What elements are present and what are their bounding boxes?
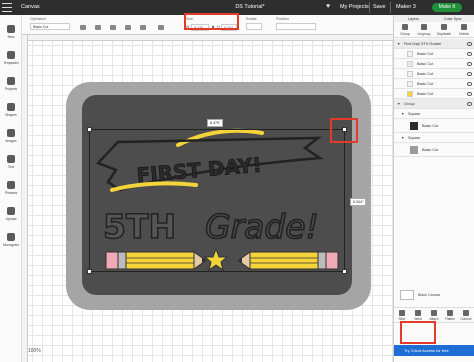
layer-item[interactable]: Basic Cut bbox=[394, 49, 474, 59]
ungroup-icon bbox=[421, 24, 427, 30]
rotate-handle-highlight bbox=[330, 118, 358, 143]
layer-item[interactable]: Basic Cut bbox=[394, 79, 474, 89]
weld-button[interactable]: Weld bbox=[410, 310, 426, 321]
resize-handle[interactable] bbox=[342, 269, 347, 274]
layer-swatch bbox=[407, 71, 413, 77]
layer-swatch bbox=[407, 81, 413, 87]
action-label: Delete bbox=[459, 32, 469, 36]
blank-canvas-swatch[interactable] bbox=[400, 290, 414, 300]
cricut-design-space-window: Canvas DS Tutorial* ♥ My Projects Save M… bbox=[0, 0, 474, 362]
duplicate-button[interactable]: Duplicate bbox=[435, 24, 453, 36]
layer-item[interactable]: Basic Cut bbox=[394, 69, 474, 79]
eye-icon[interactable] bbox=[467, 102, 472, 106]
chevron-down-icon[interactable]: ▼ bbox=[397, 102, 400, 106]
lock-handle[interactable] bbox=[87, 269, 92, 274]
layer-label: Group bbox=[404, 102, 415, 106]
eye-icon[interactable] bbox=[467, 62, 472, 66]
delete-handle[interactable] bbox=[87, 127, 92, 132]
action-label: Contour bbox=[460, 317, 472, 321]
layer-label: Basic Cut bbox=[417, 52, 434, 56]
eye-icon[interactable] bbox=[467, 72, 472, 76]
flatten-button[interactable]: Flatten bbox=[442, 310, 458, 321]
layer-group-header[interactable]: ▼ Group bbox=[394, 99, 474, 109]
layer-item[interactable]: Basic Cut bbox=[394, 119, 474, 133]
panel-tabs: Layers Color Sync bbox=[394, 15, 474, 22]
group-button[interactable]: Group bbox=[396, 24, 414, 36]
layer-swatch bbox=[407, 91, 413, 97]
height-dimension-label: 5.344" bbox=[350, 198, 367, 206]
slice-icon bbox=[399, 310, 405, 316]
layer-label: Square bbox=[408, 136, 421, 140]
layer-group-header[interactable]: ▼ First Day! 5TH Grade! bbox=[394, 39, 474, 49]
duplicate-icon bbox=[441, 24, 447, 30]
layer-item[interactable]: Basic Cut bbox=[394, 143, 474, 157]
chevron-down-icon[interactable]: ▼ bbox=[397, 42, 400, 46]
layers-panel: Layers Color Sync Group Ungroup Duplicat… bbox=[393, 15, 474, 362]
blank-canvas-label: Blank Canvas bbox=[418, 293, 441, 297]
layer-swatch bbox=[407, 51, 413, 57]
layer-item[interactable]: Basic Cut bbox=[394, 59, 474, 69]
layer-swatch bbox=[410, 122, 418, 130]
tab-layers[interactable]: Layers bbox=[408, 17, 419, 21]
layer-actions: Group Ungroup Duplicate Delete bbox=[394, 22, 474, 38]
contour-icon bbox=[463, 310, 469, 316]
layer-label: First Day! 5TH Grade! bbox=[404, 42, 442, 46]
ungroup-button[interactable]: Ungroup bbox=[415, 24, 433, 36]
tab-color-sync[interactable]: Color Sync bbox=[444, 17, 462, 21]
flatten-icon bbox=[447, 310, 453, 316]
weld-icon bbox=[415, 310, 421, 316]
chevron-down-icon[interactable]: ▼ bbox=[401, 112, 404, 116]
chevron-down-icon[interactable]: ▼ bbox=[401, 136, 404, 140]
cricut-access-banner[interactable]: Try Cricut Access for free bbox=[394, 345, 474, 356]
layer-label: Basic Cut bbox=[417, 82, 434, 86]
attach-icon bbox=[431, 310, 437, 316]
attach-button[interactable]: Attach bbox=[426, 310, 442, 321]
eye-icon[interactable] bbox=[467, 52, 472, 56]
zoom-level[interactable]: 100% bbox=[28, 348, 41, 354]
delete-button[interactable]: Delete bbox=[455, 24, 473, 36]
group-icon bbox=[402, 24, 408, 30]
layer-label: Basic Cut bbox=[417, 72, 434, 76]
width-dimension-label: 8.479" bbox=[207, 119, 224, 127]
trash-icon bbox=[461, 24, 467, 30]
layer-label: Basic Cut bbox=[417, 62, 434, 66]
action-label: Group bbox=[400, 32, 410, 36]
slice-button[interactable]: Slice bbox=[394, 310, 410, 321]
selection-box[interactable] bbox=[89, 129, 345, 272]
slice-weld-highlight bbox=[400, 321, 436, 344]
layer-swatch bbox=[410, 146, 418, 154]
eye-icon[interactable] bbox=[467, 82, 472, 86]
action-label: Duplicate bbox=[436, 32, 452, 36]
layer-label: Basic Cut bbox=[422, 124, 439, 128]
action-label: Flatten bbox=[445, 317, 455, 321]
action-label: Ungroup bbox=[417, 32, 431, 36]
layer-item[interactable]: Basic Cut bbox=[394, 89, 474, 99]
contour-button[interactable]: Contour bbox=[458, 310, 474, 321]
layer-sub-header[interactable]: ▼ Square bbox=[394, 133, 474, 143]
layer-sub-header[interactable]: ▼ Square bbox=[394, 109, 474, 119]
eye-icon[interactable] bbox=[467, 42, 472, 46]
layer-label: Basic Cut bbox=[417, 92, 434, 96]
layer-swatch bbox=[407, 61, 413, 67]
eye-icon[interactable] bbox=[467, 92, 472, 96]
layer-label: Square bbox=[408, 112, 421, 116]
layer-label: Basic Cut bbox=[422, 148, 439, 152]
